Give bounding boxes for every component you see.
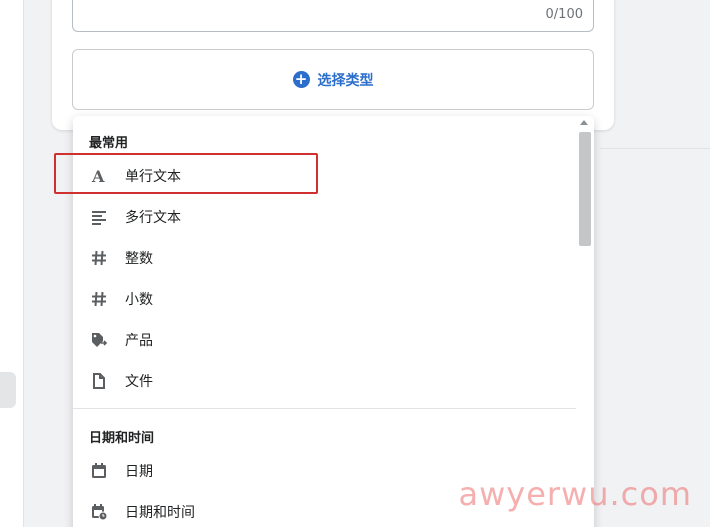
option-label: 多行文本 (125, 209, 181, 226)
option-decimal[interactable]: 小数 (73, 278, 576, 319)
select-type-label: 选择类型 (317, 72, 374, 89)
option-product[interactable]: 产品 (73, 319, 576, 360)
option-integer[interactable]: 整数 (73, 237, 576, 278)
left-panel-tab[interactable] (0, 372, 16, 408)
metafield-card: 0/100 + 选择类型 (52, 0, 614, 130)
option-file[interactable]: 文件 (73, 360, 576, 401)
hash-icon (91, 291, 107, 307)
dropdown-scrollbar[interactable] (576, 116, 594, 527)
option-label: 文件 (125, 373, 153, 390)
file-icon (91, 372, 107, 389)
calendar-clock-icon (91, 503, 107, 520)
calendar-icon (91, 462, 107, 479)
hash-icon (91, 250, 107, 266)
scroll-up-arrow-icon[interactable] (580, 120, 588, 125)
option-multi-line-text[interactable]: 多行文本 (73, 196, 576, 237)
option-label: 日期 (125, 463, 153, 480)
highlight-box (54, 153, 318, 194)
scrollbar-thumb[interactable] (579, 132, 591, 246)
description-textarea[interactable]: 0/100 (72, 0, 594, 32)
option-label: 整数 (125, 250, 153, 267)
left-panel (0, 0, 24, 527)
option-label: 日期和时间 (125, 504, 195, 521)
option-label: 小数 (125, 291, 153, 308)
char-count: 0/100 (545, 7, 583, 22)
option-label: 产品 (125, 332, 153, 349)
section-title-most-used: 最常用 (89, 136, 129, 151)
watermark: awyerwu.com (458, 475, 692, 513)
plus-circle-icon: + (292, 71, 310, 88)
multiline-text-icon (91, 209, 107, 225)
section-divider (600, 148, 710, 149)
select-type-button[interactable]: + 选择类型 (72, 49, 594, 110)
section-divider (73, 408, 576, 409)
product-tag-icon (91, 332, 107, 348)
section-title-date-time: 日期和时间 (89, 431, 155, 446)
